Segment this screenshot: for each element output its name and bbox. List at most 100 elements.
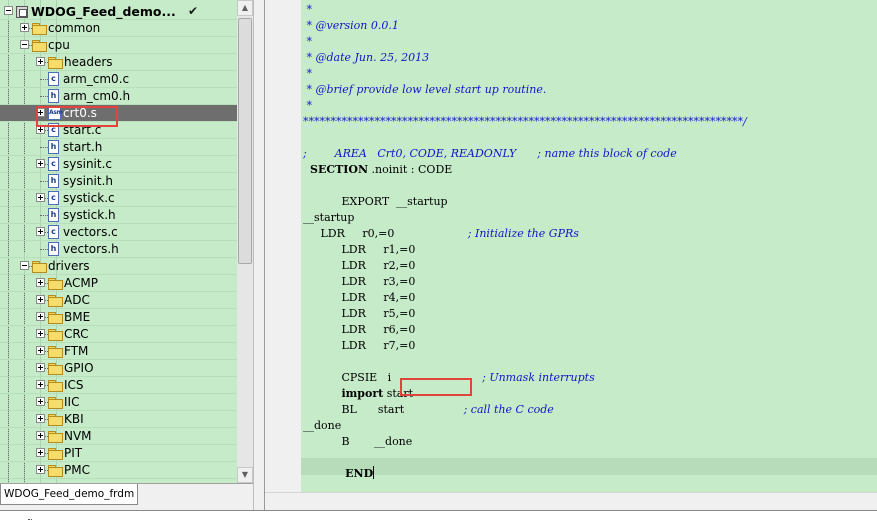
expand-plus-icon[interactable] [36,125,45,134]
code-line: * @brief provide low level start up rout… [303,82,546,98]
code-comment: * [303,67,312,80]
tree-item-label: sysinit.c [63,157,112,171]
expand-plus-icon[interactable] [36,346,45,355]
code-comment: ; Unmask interrupts [482,371,595,384]
tree-folder-row[interactable]: FTM [0,343,237,360]
folder-icon [48,312,63,324]
tree-folder-row[interactable]: ADC [0,292,237,309]
tree-folder-row[interactable]: KBI [0,411,237,428]
tree-file-row[interactable]: c vectors.c [0,224,237,241]
expand-plus-icon[interactable] [36,414,45,423]
editor-horizontal-scrollbar[interactable] [265,492,877,511]
expand-plus-icon[interactable] [36,431,45,440]
tree-item-label: vectors.h [63,242,119,256]
tree-item-label: drivers [48,259,90,273]
expand-plus-icon[interactable] [36,227,45,236]
expand-plus-icon[interactable] [20,23,29,32]
tree-file-row[interactable]: c systick.c [0,190,237,207]
code-text: LDR r5,=0 [303,307,416,320]
tree-folder-row[interactable]: drivers [0,258,237,275]
expand-plus-icon[interactable] [36,363,45,372]
row-divider [0,478,237,479]
tree-item-label: start.h [63,140,103,154]
folder-icon [48,329,63,341]
tree-folder-row[interactable]: cpu [0,37,237,54]
expand-plus-icon[interactable] [36,465,45,474]
collapse-minus-icon[interactable] [4,6,13,15]
code-text: EXPORT __startup [303,195,448,208]
text-caret [373,466,375,479]
tree-folder-row[interactable]: BME [0,309,237,326]
folder-icon [48,414,63,426]
code-line: LDR r6,=0 [303,322,415,338]
tree-file-row[interactable]: Asm crt0.s [0,105,237,122]
tree-folder-row[interactable]: IIC [0,394,237,411]
tree-folder-row[interactable]: CRC [0,326,237,343]
folder-icon [32,261,47,273]
scroll-down-arrow-icon[interactable]: ▼ [237,467,253,483]
folder-icon [48,431,63,443]
tree-file-row[interactable]: h arm_cm0.h [0,88,237,105]
expand-plus-icon[interactable] [36,329,45,338]
tree-folder-row[interactable]: ACMP [0,275,237,292]
expand-plus-icon[interactable] [36,159,45,168]
tree-item-label: FTM [64,344,89,358]
tree-folder-row[interactable]: NVM [0,428,237,445]
project-icon [16,6,28,18]
panel-splitter[interactable] [253,0,265,510]
expand-plus-icon[interactable] [36,397,45,406]
scroll-thumb[interactable] [238,18,252,264]
code-comment: ; call the C code [463,403,554,416]
tree-file-row[interactable]: h vectors.h [0,241,237,258]
tree-folder-row[interactable]: PMC [0,462,237,479]
expand-plus-icon[interactable] [36,380,45,389]
code-line: * [303,34,312,50]
code-line: SECTION .noinit : CODE [303,162,452,178]
tree-item-label: PIT [64,446,83,460]
tree-file-row[interactable]: c sysinit.c [0,156,237,173]
collapse-minus-icon[interactable] [20,261,29,270]
tree-project-row[interactable]: WDOG_Feed_demo... ✔ [0,3,237,20]
tree-folder-row[interactable]: common [0,20,237,37]
header-file-icon: h [48,140,59,154]
expand-plus-icon[interactable] [36,57,45,66]
tree-folder-row[interactable]: PIT [0,445,237,462]
code-text: __startup [303,211,355,224]
expand-plus-icon[interactable] [36,448,45,457]
expand-plus-icon[interactable] [36,312,45,321]
tree-item-label: IIC [64,395,80,409]
tree-vertical-scrollbar[interactable]: ▲ ▼ [237,0,253,483]
code-line: import start [303,386,413,402]
scroll-up-arrow-icon[interactable]: ▲ [237,0,253,16]
tree-file-row[interactable]: h sysinit.h [0,173,237,190]
tree-file-row[interactable]: c arm_cm0.c [0,71,237,88]
collapse-minus-icon[interactable] [20,40,29,49]
code-keyword: END [303,467,374,480]
tree-item-label: ACMP [64,276,98,290]
expand-plus-icon[interactable] [36,295,45,304]
expand-plus-icon[interactable] [36,278,45,287]
code-text: LDR r2,=0 [303,259,416,272]
expand-plus-icon[interactable] [36,193,45,202]
tree-file-row[interactable]: c start.c [0,122,237,139]
tree-folder-row[interactable]: headers [0,54,237,71]
header-file-icon: h [48,174,59,188]
editor-text-area[interactable]: * * @version 0.0.1 * * @date Jun. 25, 20… [301,0,877,492]
code-line: LDR r0,=0 ; Initialize the GPRs [303,226,578,242]
folder-icon [48,278,63,290]
current-line-highlight [301,458,877,475]
expand-plus-icon[interactable] [36,108,45,117]
asm-file-icon: Asm [48,106,63,120]
tree-folder-row[interactable]: GPIO [0,360,237,377]
code-editor: * * @version 0.0.1 * * @date Jun. 25, 20… [265,0,877,511]
tab-project[interactable]: WDOG_Feed_demo_frdm [0,484,139,505]
folder-icon [48,346,63,358]
code-comment: * [303,3,312,16]
tree-file-row[interactable]: h systick.h [0,207,237,224]
code-text: LDR r4,=0 [303,291,416,304]
tree-file-row[interactable]: h start.h [0,139,237,156]
header-file-icon: h [48,89,59,103]
tree-folder-row[interactable]: ICS [0,377,237,394]
